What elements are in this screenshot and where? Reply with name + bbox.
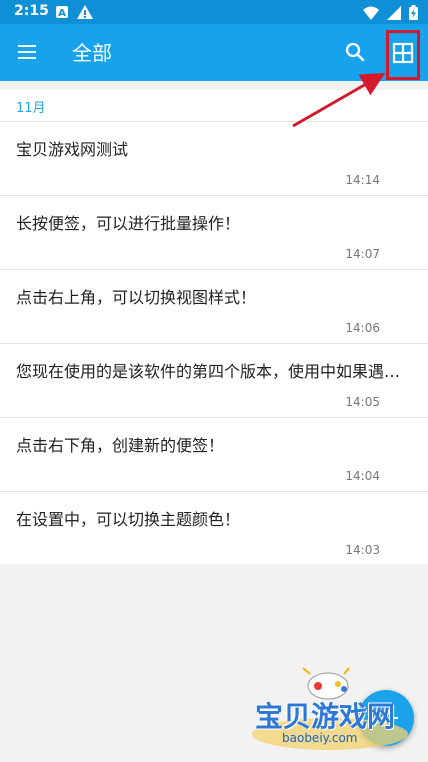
note-time: 14:04 — [345, 469, 380, 483]
status-time: 2:15 — [14, 3, 49, 19]
note-text: 点击右上角，可以切换视图样式！ — [16, 288, 257, 307]
note-time: 14:06 — [345, 321, 380, 335]
note-text: 宝贝游戏网测试 — [16, 140, 129, 159]
page-title: 全部 — [72, 41, 112, 65]
app-bar: 全部 — [0, 24, 428, 81]
watermark-url: baobeiy.com — [282, 731, 358, 745]
status-bar: 2:15 A — [0, 0, 428, 24]
status-right-icons — [363, 5, 418, 20]
month-header: 11月 — [16, 101, 46, 116]
note-time: 14:05 — [345, 395, 380, 409]
note-item[interactable]: 点击右上角，可以切换视图样式！ 14:06 — [0, 269, 428, 343]
search-icon — [345, 42, 365, 62]
note-time: 14:03 — [345, 543, 380, 557]
annotation-highlight-box — [386, 30, 420, 80]
status-left-icons: A — [55, 5, 93, 19]
menu-icon-line — [18, 57, 36, 59]
note-text: 您现在使用的是该软件的第四个版本，使用中如果遇到... — [16, 362, 412, 381]
wifi-icon — [363, 6, 379, 20]
note-item[interactable]: 点击右下角，创建新的便签！ 14:04 — [0, 417, 428, 491]
menu-icon — [18, 45, 36, 47]
search-button[interactable] — [343, 40, 367, 64]
menu-icon-line — [18, 51, 36, 53]
notes-list: 11月 宝贝游戏网测试 14:14 长按便签，可以进行批量操作！ 14:07 点… — [0, 90, 428, 564]
note-text: 长按便签，可以进行批量操作！ — [16, 214, 241, 233]
note-item[interactable]: 宝贝游戏网测试 14:14 — [0, 121, 428, 195]
note-time: 14:14 — [345, 173, 380, 187]
signal-icon — [387, 5, 401, 20]
watermark: 宝贝游戏网 baobeiy.com — [248, 662, 418, 752]
menu-button[interactable] — [16, 41, 40, 65]
note-text: 点击右下角，创建新的便签！ — [16, 436, 225, 455]
watermark-text: 宝贝游戏网 — [255, 700, 396, 733]
svg-text:A: A — [58, 8, 66, 19]
warning-icon — [77, 5, 93, 19]
battery-icon — [409, 5, 418, 20]
note-item[interactable]: 在设置中，可以切换主题颜色！ 14:03 — [0, 491, 428, 565]
note-time: 14:07 — [345, 247, 380, 261]
note-text: 在设置中，可以切换主题颜色！ — [16, 510, 241, 529]
a-icon: A — [56, 6, 68, 19]
note-item[interactable]: 您现在使用的是该软件的第四个版本，使用中如果遇到... 14:05 — [0, 343, 428, 417]
note-item[interactable]: 长按便签，可以进行批量操作！ 14:07 — [0, 195, 428, 269]
